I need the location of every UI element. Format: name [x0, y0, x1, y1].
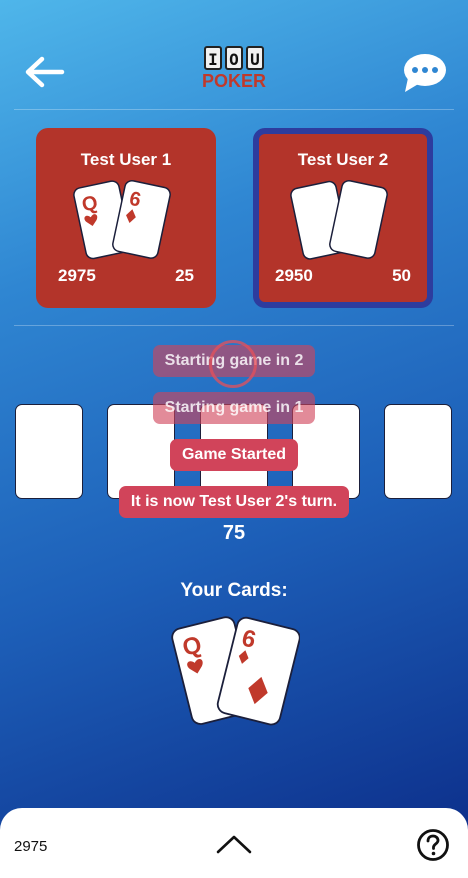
bottom-bar: 2975 [0, 808, 468, 878]
chat-bubble-icon [404, 54, 446, 92]
community-card [107, 404, 175, 499]
community-card [200, 404, 268, 499]
help-circle-icon [417, 829, 449, 861]
player-hand: Q 6 [73, 179, 171, 260]
player-box-1: Test User 1 Q 6 2975 25 [36, 128, 216, 308]
game-screen: I O U POKER Test User 1 Q 6 2975 25 Test… [0, 0, 468, 878]
chat-button[interactable] [402, 52, 448, 94]
player-bet: 25 [175, 266, 194, 285]
tap-indicator [209, 340, 257, 388]
expand-actions-button[interactable] [214, 830, 254, 858]
player-chips: 2975 [58, 266, 96, 285]
notification-toast: Starting game in 2 [0, 345, 468, 377]
notification-text: Starting game in 2 [152, 345, 316, 377]
player-box-2: Test User 2 2950 50 [253, 128, 433, 308]
your-hand: Q 6 [171, 616, 300, 726]
header: I O U POKER [0, 0, 468, 110]
logo-tile: O [225, 46, 243, 70]
player-bet: 50 [392, 266, 411, 285]
app-logo: I O U POKER [198, 46, 270, 100]
my-chip-count: 2975 [14, 838, 48, 855]
help-button[interactable] [416, 828, 450, 862]
player-name: Test User 2 [297, 150, 389, 169]
arrow-left-icon [25, 56, 65, 88]
community-card [15, 404, 83, 499]
logo-tile: I [204, 46, 222, 70]
table-divider [14, 325, 454, 326]
player-name: Test User 1 [80, 150, 172, 169]
logo-tile: U [246, 46, 264, 70]
header-divider [14, 109, 454, 110]
player-hand [290, 179, 388, 260]
community-card [384, 404, 452, 499]
community-card [292, 404, 360, 499]
chevron-up-icon [216, 835, 252, 854]
back-button[interactable] [22, 52, 66, 92]
your-cards-label: Your Cards: [180, 580, 288, 601]
logo-word: POKER [201, 71, 266, 91]
player-chips: 2950 [275, 266, 313, 285]
pot-amount: 75 [222, 522, 246, 544]
